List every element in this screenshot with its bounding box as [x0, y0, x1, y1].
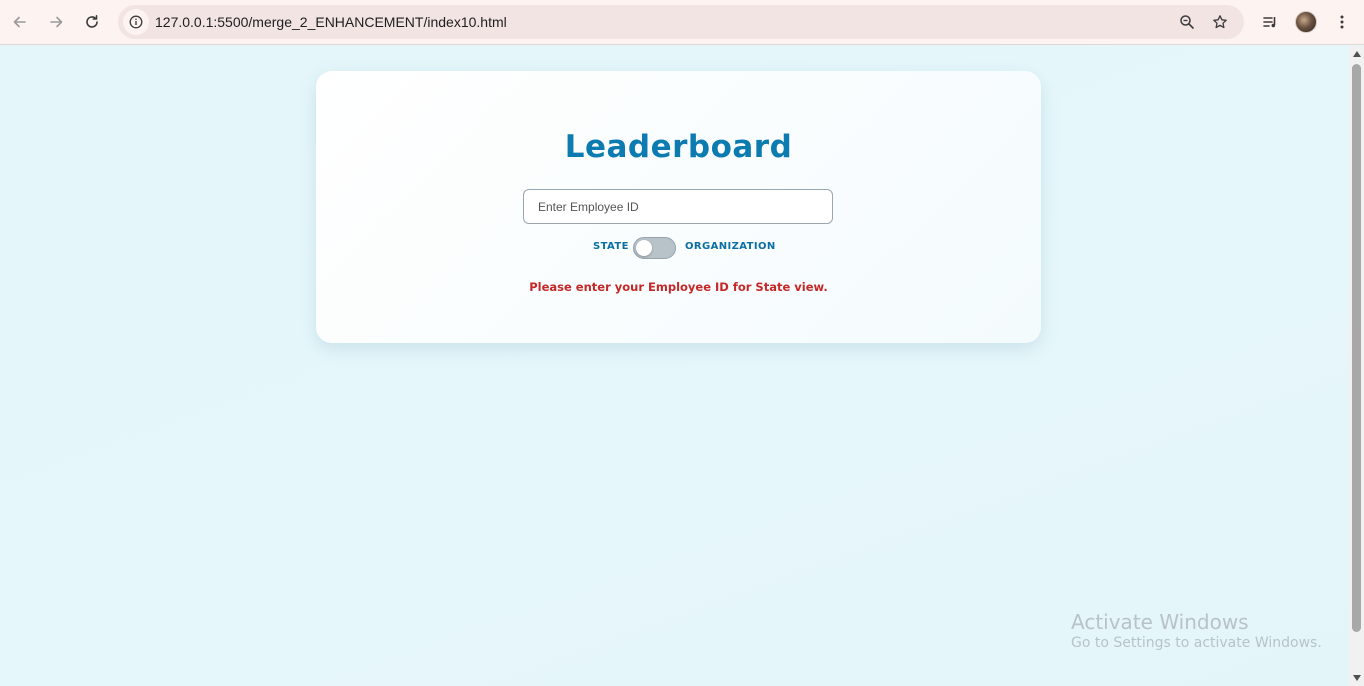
- arrow-right-icon: [50, 16, 63, 28]
- scroll-up-arrow[interactable]: [1352, 50, 1361, 58]
- state-organization-toggle[interactable]: [633, 237, 676, 259]
- page-title: Leaderboard: [564, 129, 793, 165]
- address-bar[interactable]: 127.0.0.1:5500/merge_2_ENHANCEMENT/index…: [118, 5, 1244, 39]
- toggle-label-state: STATE: [593, 241, 629, 252]
- zoom-icon: [1180, 15, 1194, 29]
- info-icon: [129, 15, 143, 29]
- forward-button[interactable]: [42, 8, 70, 36]
- site-info-button[interactable]: [123, 9, 149, 35]
- reload-icon: [86, 15, 98, 28]
- toggle-knob: [636, 239, 652, 256]
- avatar: [1295, 11, 1317, 33]
- kebab-menu-icon: [1340, 15, 1344, 29]
- browser-menu-button[interactable]: [1328, 8, 1356, 36]
- url-text[interactable]: 127.0.0.1:5500/merge_2_ENHANCEMENT/index…: [155, 14, 507, 30]
- profile-button[interactable]: [1292, 8, 1320, 36]
- triangle-down-icon: [1352, 675, 1361, 681]
- scroll-thumb[interactable]: [1352, 64, 1361, 632]
- media-controls-button[interactable]: [1256, 8, 1284, 36]
- toggle-label-organization: ORGANIZATION: [685, 241, 776, 252]
- employee-id-input[interactable]: [523, 189, 833, 224]
- reload-button[interactable]: [78, 8, 106, 36]
- scroll-down-arrow[interactable]: [1352, 674, 1361, 682]
- triangle-up-icon: [1352, 51, 1361, 57]
- browser-toolbar: 127.0.0.1:5500/merge_2_ENHANCEMENT/index…: [0, 0, 1364, 45]
- leaderboard-card: Leaderboard STATE ORGANIZATION Please en…: [316, 71, 1041, 343]
- validation-message: Please enter your Employee ID for State …: [529, 280, 828, 294]
- activate-windows-title: Activate Windows: [1071, 610, 1249, 634]
- view-toggle-row: STATE ORGANIZATION: [316, 237, 1041, 259]
- zoom-button[interactable]: [1177, 12, 1197, 32]
- back-button[interactable]: [6, 8, 34, 36]
- media-controls-icon: [1263, 17, 1276, 28]
- page-viewport: Leaderboard STATE ORGANIZATION Please en…: [0, 46, 1349, 686]
- activate-windows-subtitle: Go to Settings to activate Windows.: [1071, 635, 1322, 651]
- arrow-left-icon: [13, 16, 26, 28]
- bookmark-button[interactable]: [1210, 12, 1230, 32]
- vertical-scrollbar[interactable]: [1349, 46, 1364, 686]
- star-icon: [1213, 15, 1227, 29]
